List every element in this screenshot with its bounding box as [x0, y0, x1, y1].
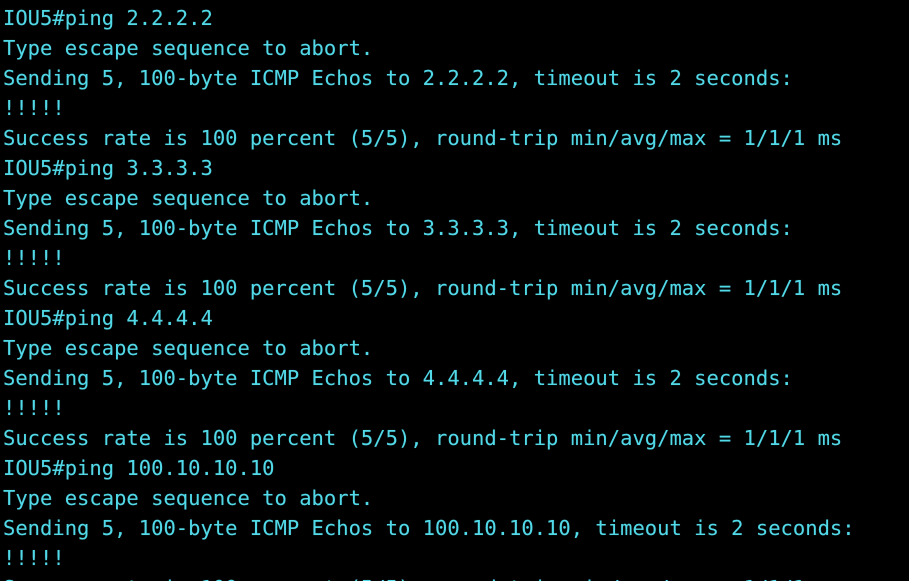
- terminal-line-ping-summary: Success rate is 100 percent (5/5), round…: [3, 276, 843, 300]
- terminal-line-ping-result-marks: !!!!!: [3, 246, 65, 270]
- terminal-line: Type escape sequence to abort.: [3, 186, 374, 210]
- terminal-line-command-ping-100-10-10-10: IOU5#ping 100.10.10.10: [3, 456, 275, 480]
- terminal-line-ping-summary: Success rate is 100 percent (5/5), round…: [3, 426, 843, 450]
- terminal-line-command-ping-2-2-2-2: IOU5#ping 2.2.2.2: [3, 6, 213, 30]
- terminal-line: Type escape sequence to abort.: [3, 36, 374, 60]
- terminal-window[interactable]: Success rate is 100 percent (5/5), round…: [0, 0, 909, 581]
- terminal-line: Sending 5, 100-byte ICMP Echos to 3.3.3.…: [3, 216, 793, 240]
- terminal-line: Sending 5, 100-byte ICMP Echos to 100.10…: [3, 516, 855, 540]
- terminal-line-ping-result-marks: !!!!!: [3, 396, 65, 420]
- terminal-line-command-ping-4-4-4-4: IOU5#ping 4.4.4.4: [3, 306, 213, 330]
- terminal-line: Type escape sequence to abort.: [3, 336, 374, 360]
- terminal-line-ping-result-marks: !!!!!: [3, 96, 65, 120]
- terminal-line-ping-summary: Success rate is 100 percent (5/5), round…: [3, 573, 909, 581]
- terminal-line-command-ping-3-3-3-3: IOU5#ping 3.3.3.3: [3, 156, 213, 180]
- terminal-line-ping-summary: Success rate is 100 percent (5/5), round…: [3, 126, 843, 150]
- terminal-line: Sending 5, 100-byte ICMP Echos to 2.2.2.…: [3, 66, 793, 90]
- terminal-line-ping-result-marks: !!!!!: [3, 546, 65, 570]
- terminal-scrollback[interactable]: Success rate is 100 percent (5/5), round…: [3, 0, 909, 581]
- terminal-line: Type escape sequence to abort.: [3, 486, 374, 510]
- terminal-line: Sending 5, 100-byte ICMP Echos to 4.4.4.…: [3, 366, 793, 390]
